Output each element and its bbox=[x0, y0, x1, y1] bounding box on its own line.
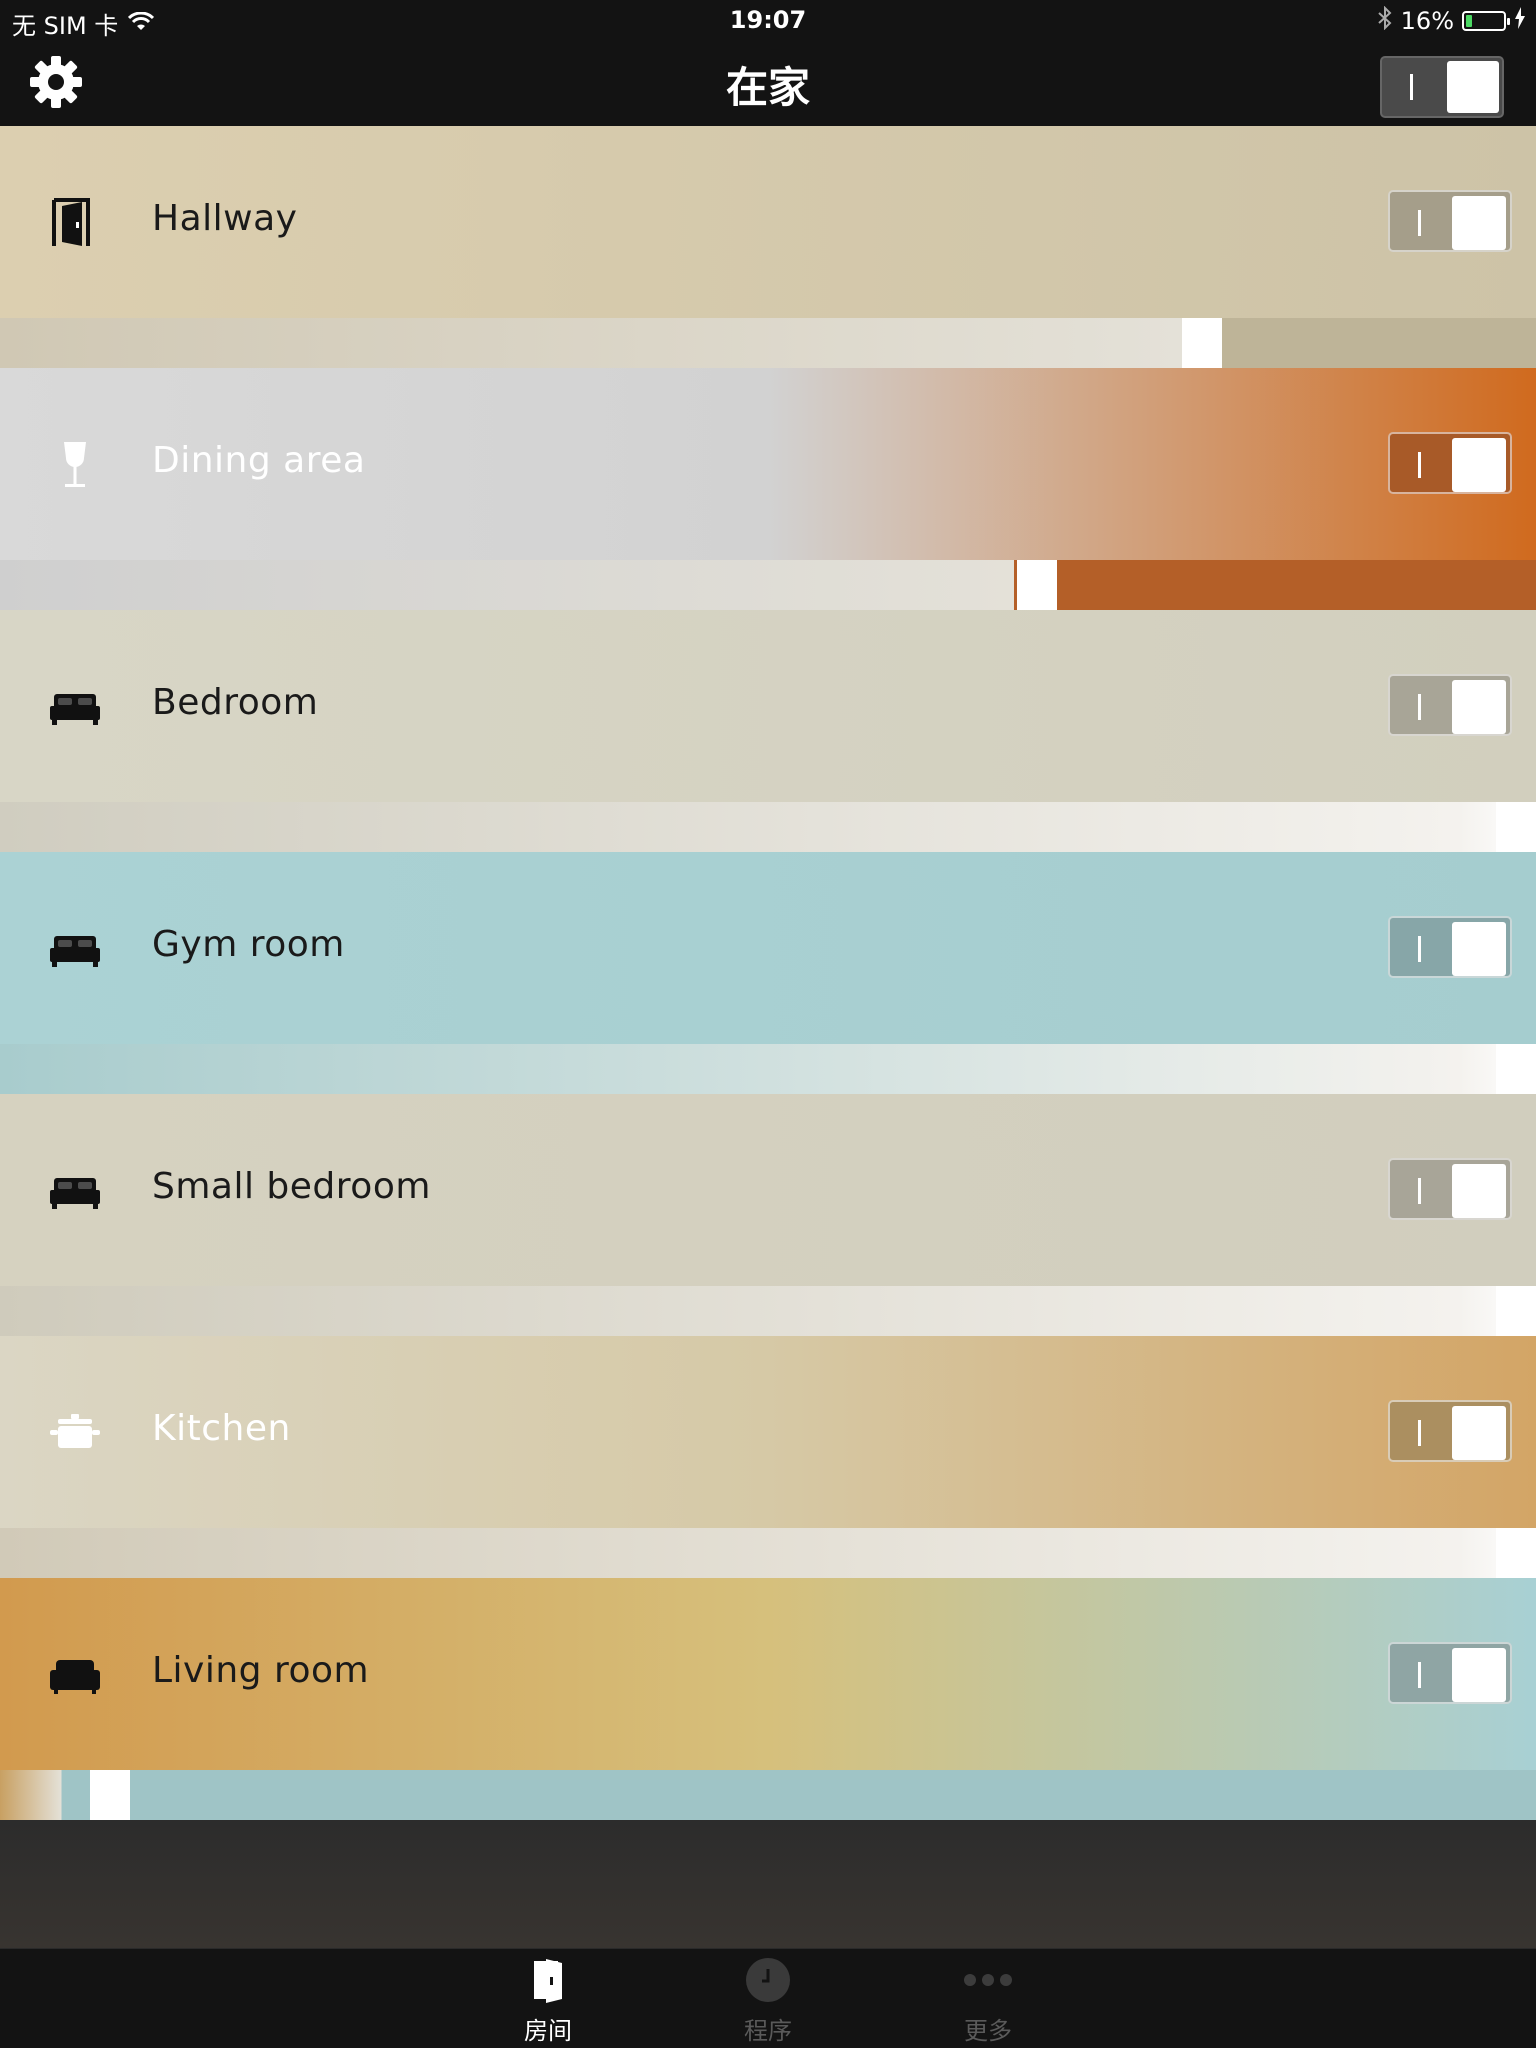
room-color-panel[interactable]: Kitchen bbox=[0, 1336, 1536, 1528]
tab-programs[interactable]: 程序 bbox=[708, 1957, 828, 2046]
brightness-slider[interactable] bbox=[0, 1770, 1536, 1820]
room-toggle[interactable] bbox=[1388, 674, 1512, 736]
battery-icon bbox=[1462, 11, 1510, 31]
room-color-panel[interactable]: Hallway bbox=[0, 126, 1536, 318]
master-light-toggle[interactable] bbox=[1380, 56, 1504, 118]
room-toggle[interactable] bbox=[1388, 1400, 1512, 1462]
status-time: 19:07 bbox=[729, 6, 807, 34]
bed-icon bbox=[48, 680, 102, 734]
toggle-on-mark bbox=[1418, 694, 1421, 720]
pot-icon bbox=[48, 1406, 102, 1460]
empty-area bbox=[0, 1820, 1536, 1948]
toggle-knob bbox=[1452, 196, 1506, 250]
brightness-slider-handle[interactable] bbox=[1017, 560, 1057, 610]
bed-icon bbox=[48, 1164, 102, 1218]
room-door-icon bbox=[534, 1959, 562, 2003]
brightness-slider-handle[interactable] bbox=[1496, 1528, 1536, 1578]
wine-glass-icon bbox=[48, 438, 102, 492]
room-name: Gym room bbox=[152, 924, 345, 965]
tab-label: 房间 bbox=[524, 2017, 572, 2045]
tab-rooms[interactable]: 房间 bbox=[488, 1957, 608, 2046]
room-row[interactable]: Gym room bbox=[0, 852, 1536, 1094]
toggle-knob bbox=[1452, 438, 1506, 492]
brightness-slider-handle[interactable] bbox=[1496, 1044, 1536, 1094]
brightness-slider[interactable] bbox=[0, 1286, 1536, 1336]
room-row[interactable]: Living room bbox=[0, 1578, 1536, 1820]
room-toggle[interactable] bbox=[1388, 432, 1512, 494]
toggle-knob bbox=[1447, 61, 1499, 113]
toggle-knob bbox=[1452, 1164, 1506, 1218]
room-name: Dining area bbox=[152, 440, 366, 481]
room-toggle[interactable] bbox=[1388, 190, 1512, 252]
tab-label: 程序 bbox=[744, 2017, 792, 2045]
battery-level-fill bbox=[1466, 15, 1472, 27]
room-name: Kitchen bbox=[152, 1408, 291, 1449]
brightness-slider-handle[interactable] bbox=[1182, 318, 1222, 368]
brightness-slider-handle[interactable] bbox=[1496, 1286, 1536, 1336]
bluetooth-icon bbox=[1377, 5, 1393, 36]
charging-bolt-icon bbox=[1514, 7, 1526, 35]
room-name: Living room bbox=[152, 1650, 370, 1691]
room-color-panel[interactable]: Living room bbox=[0, 1578, 1536, 1770]
toggle-on-mark bbox=[1418, 1178, 1421, 1204]
toggle-knob bbox=[1452, 680, 1506, 734]
more-dots-icon bbox=[964, 1974, 1012, 1986]
toggle-on-mark bbox=[1418, 452, 1421, 478]
page-title: 在家 bbox=[725, 63, 810, 112]
room-toggle[interactable] bbox=[1388, 1642, 1512, 1704]
brightness-slider[interactable] bbox=[0, 560, 1536, 610]
toggle-knob bbox=[1452, 922, 1506, 976]
bed-icon bbox=[48, 922, 102, 976]
brightness-slider-handle[interactable] bbox=[1496, 802, 1536, 852]
room-list: Hallway Dining area Bedroom Gym room Small b… bbox=[0, 126, 1536, 1820]
clock-icon bbox=[746, 1958, 790, 2002]
toggle-on-mark bbox=[1418, 936, 1421, 962]
door-icon bbox=[48, 196, 102, 250]
room-row[interactable]: Kitchen bbox=[0, 1336, 1536, 1578]
brightness-slider[interactable] bbox=[0, 802, 1536, 852]
toggle-on-mark bbox=[1418, 1662, 1421, 1688]
toggle-on-mark bbox=[1418, 210, 1421, 236]
room-toggle[interactable] bbox=[1388, 1158, 1512, 1220]
room-color-panel[interactable]: Bedroom bbox=[0, 610, 1536, 802]
brightness-slider[interactable] bbox=[0, 1528, 1536, 1578]
room-color-panel[interactable]: Gym room bbox=[0, 852, 1536, 1044]
screen: 无 SIM 卡 19:07 16% 在家 Hallway Dining area… bbox=[0, 0, 1536, 2048]
room-row[interactable]: Hallway bbox=[0, 126, 1536, 368]
tab-bar: 房间 程序 更多 bbox=[0, 1948, 1536, 2048]
room-toggle[interactable] bbox=[1388, 916, 1512, 978]
room-color-panel[interactable]: Small bedroom bbox=[0, 1094, 1536, 1286]
toggle-on-mark bbox=[1418, 1420, 1421, 1446]
room-name: Hallway bbox=[152, 198, 298, 239]
room-row[interactable]: Bedroom bbox=[0, 610, 1536, 852]
tab-more[interactable]: 更多 bbox=[928, 1957, 1048, 2046]
status-bar: 无 SIM 卡 19:07 16% bbox=[0, 0, 1536, 40]
room-name: Small bedroom bbox=[152, 1166, 431, 1207]
nav-bar: 在家 bbox=[0, 40, 1536, 126]
toggle-on-mark bbox=[1410, 74, 1413, 100]
room-row[interactable]: Dining area bbox=[0, 368, 1536, 610]
room-name: Bedroom bbox=[152, 682, 319, 723]
brightness-slider[interactable] bbox=[0, 318, 1536, 368]
brightness-slider-handle[interactable] bbox=[90, 1770, 130, 1820]
brightness-slider[interactable] bbox=[0, 1044, 1536, 1094]
room-row[interactable]: Small bedroom bbox=[0, 1094, 1536, 1336]
sofa-icon bbox=[48, 1648, 102, 1702]
toggle-knob bbox=[1452, 1648, 1506, 1702]
battery-percent: 16% bbox=[1400, 7, 1454, 35]
toggle-knob bbox=[1452, 1406, 1506, 1460]
room-color-panel[interactable]: Dining area bbox=[0, 368, 1536, 560]
status-right: 16% bbox=[1377, 5, 1526, 36]
tab-label: 更多 bbox=[964, 2017, 1012, 2045]
